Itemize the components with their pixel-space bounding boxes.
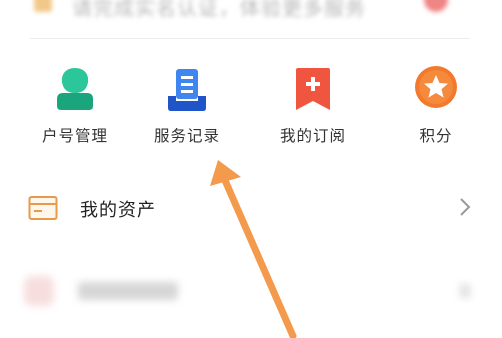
my-assets-row[interactable]: 我的资产 [0, 182, 502, 234]
divider [30, 38, 470, 39]
points-star-icon [414, 66, 458, 114]
quick-action-label: 我的订阅 [279, 127, 346, 145]
service-record-icon [165, 66, 209, 114]
subscription-icon [291, 66, 335, 114]
quick-action-points[interactable]: 积分 [386, 66, 486, 156]
account-management-icon [53, 66, 97, 114]
blurred-list-item[interactable] [0, 262, 502, 322]
quick-action-label: 服务记录 [153, 127, 220, 145]
wallet-card-icon [28, 195, 58, 225]
quick-action-subscription[interactable]: 我的订阅 [263, 66, 363, 156]
chevron-right-icon [460, 284, 470, 298]
quick-action-account-management[interactable]: 户号管理 [25, 66, 125, 156]
quick-action-label: 户号管理 [41, 127, 108, 145]
quick-action-service-record[interactable]: 服务记录 [137, 66, 237, 156]
list-item-label [78, 282, 178, 300]
chevron-right-icon [458, 196, 472, 222]
list-item-icon [24, 276, 54, 306]
banner-text: 请完成实名认证，体验更多服务 [72, 0, 366, 20]
my-assets-label: 我的资产 [80, 200, 156, 221]
notice-icon [34, 0, 52, 12]
banner-badge [424, 0, 448, 12]
verification-banner[interactable]: 请完成实名认证，体验更多服务 [0, 0, 502, 38]
quick-action-label: 积分 [419, 127, 453, 145]
